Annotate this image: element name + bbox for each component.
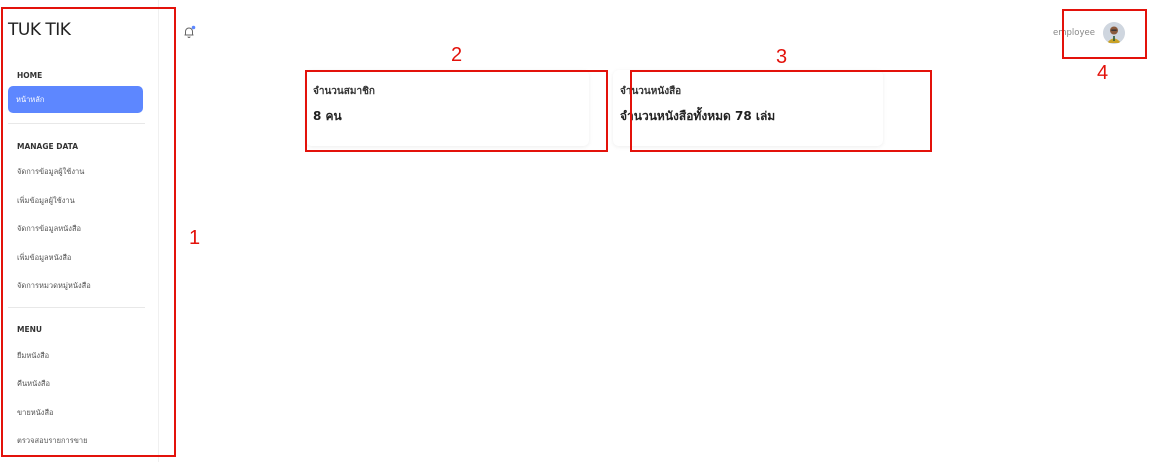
annotation-box-4 (1062, 9, 1147, 59)
bell-icon[interactable] (182, 25, 196, 39)
annotation-label-1: 1 (189, 227, 201, 249)
annotation-label-2: 2 (451, 44, 463, 66)
annotation-label-4: 4 (1097, 62, 1109, 84)
annotation-label-3: 3 (776, 46, 788, 68)
annotation-box-1 (1, 7, 176, 457)
annotation-box-3 (630, 70, 932, 152)
annotation-box-2 (305, 70, 608, 152)
